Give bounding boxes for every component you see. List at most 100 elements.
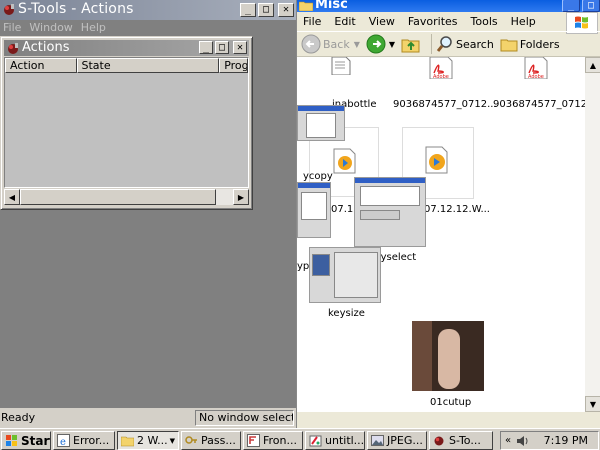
task-jpeg[interactable]: JPEG... [367,431,427,450]
file-label-pdf-2[interactable]: 9036874577_0712... [493,99,585,110]
start-button[interactable]: Start [1,431,51,450]
folders-label: Folders [519,37,560,51]
file-label-ycopy[interactable]: ycopy [303,171,333,182]
explorer-title-bar[interactable]: Misc _ □ [297,0,600,12]
actions-list-view[interactable]: Action State Prog [4,57,249,188]
forward-arrow-icon [366,34,386,54]
screenshot-thumbnail[interactable] [297,182,331,238]
task-stools[interactable]: S-To... [429,431,493,450]
list-header: Action State Prog [5,58,248,73]
frontpage-icon [247,434,260,447]
stools-status-bar: Ready No window selected [0,408,296,428]
file-label-keysize[interactable]: keysize [328,308,365,319]
up-folder-button[interactable] [401,35,421,53]
back-label: Back [323,37,350,51]
maximize-button[interactable]: □ [258,3,274,17]
pdf-icon[interactable]: Adobe [523,57,549,79]
explorer-vertical-scrollbar[interactable]: ▲ ▼ [585,57,600,412]
thumbnail-titlebar [298,106,344,111]
menu-file[interactable]: File [3,20,21,36]
close-button[interactable]: ✕ [278,3,294,17]
status-text: Ready [1,411,36,424]
menu-help[interactable]: Help [81,20,106,36]
file-view[interactable]: inabottle Adobe 9036874577_0712... Adobe… [297,57,585,412]
minimize-icon: _ [244,4,252,15]
file-label-pdf-1[interactable]: 9036874577_0712... [393,99,497,110]
folder-icon [121,436,134,447]
maximize-icon: □ [218,41,226,53]
document-icon[interactable] [330,57,352,75]
close-icon: ✕ [236,41,244,53]
menu-view[interactable]: View [369,15,395,28]
scroll-right-button[interactable]: ▶ [233,189,249,205]
actions-close-button[interactable]: ✕ [233,41,247,54]
actions-title-text: Actions [22,40,70,55]
file-label-07-12-12[interactable]: 07.12.12.W... [424,204,490,215]
thumbnail-panel [301,192,327,220]
task-error[interactable]: e Error... [53,431,115,450]
tray-expand-icon[interactable]: « [505,435,511,446]
actions-minimize-button[interactable]: _ [199,41,213,54]
arrow-down-icon: ▼ [589,399,597,409]
maximize-icon: □ [587,0,595,11]
minimize-button[interactable]: _ [240,3,256,17]
actions-title-bar[interactable]: Actions _ □ ✕ [4,40,249,56]
scroll-left-button[interactable]: ◀ [4,189,20,205]
task-frontpage[interactable]: Fron... [243,431,303,450]
clock[interactable]: 7:19 PM [544,434,588,447]
screenshot-thumbnail[interactable] [297,105,345,141]
start-label: Start [21,433,50,448]
scroll-down-button[interactable]: ▼ [585,396,600,412]
search-label: Search [456,37,494,51]
volume-icon[interactable] [515,434,529,448]
chevron-down-icon: ▼ [353,39,360,49]
thumbnail-panel [334,252,378,298]
menu-help[interactable]: Help [511,15,536,28]
photo-thumbnail[interactable] [412,321,484,391]
explorer-toolbar: Back ▼ ▼ Search Folders [297,31,600,57]
explorer-minimize-button[interactable]: _ [562,0,580,12]
media-icon[interactable] [423,145,451,175]
media-icon[interactable] [331,147,359,175]
task-pass[interactable]: Pass... [181,431,241,450]
stools-app-icon [4,4,14,15]
scroll-thumb[interactable] [20,189,216,205]
task-paint[interactable]: untitl... [305,431,365,450]
stools-icon [434,436,444,446]
menu-window[interactable]: Window [29,20,72,36]
menu-tools[interactable]: Tools [471,15,498,28]
search-button[interactable]: Search [436,35,494,53]
stools-title-bar[interactable]: S-Tools - Actions _ □ ✕ [0,0,296,20]
column-header-state[interactable]: State [76,58,220,73]
ie-icon: e [57,434,70,447]
maximize-icon: □ [262,4,270,15]
menu-favorites[interactable]: Favorites [408,15,458,28]
thumbnail-panel [360,210,400,220]
search-icon [436,36,452,52]
column-header-action[interactable]: Action [5,58,77,73]
stools-window: S-Tools - Actions _ □ ✕ File Window Help… [0,0,296,428]
pdf-icon[interactable]: Adobe [428,57,454,79]
folders-button[interactable]: Folders [500,36,560,52]
explorer-title-text: Misc [315,0,348,12]
screenshot-thumbnail[interactable] [354,177,426,247]
windows-flag-icon [6,435,17,446]
explorer-maximize-button[interactable]: □ [582,0,600,12]
forward-button[interactable]: ▼ [366,34,395,54]
actions-maximize-button[interactable]: □ [215,41,229,54]
chevron-down-icon: ▼ [388,39,396,49]
photo-shadow [412,321,432,391]
explorer-window: Misc _ □ File Edit View Favorites Tools … [296,0,600,428]
back-button[interactable]: Back ▼ [301,34,360,54]
menu-file[interactable]: File [303,15,321,28]
menu-edit[interactable]: Edit [334,15,355,28]
screenshot-thumbnail[interactable] [309,247,381,303]
column-header-progress[interactable]: Prog [219,58,248,73]
task-2-windows[interactable]: 2 W... ▼ [117,431,179,450]
chevron-down-icon: ▼ [169,436,175,445]
arrow-left-icon: ◀ [8,192,16,202]
actions-horizontal-scrollbar[interactable]: ◀ ▶ [4,189,249,205]
scroll-up-button[interactable]: ▲ [585,57,600,73]
file-label-01cutup[interactable]: 01cutup [430,397,471,408]
task-label: untitl... [325,434,365,447]
